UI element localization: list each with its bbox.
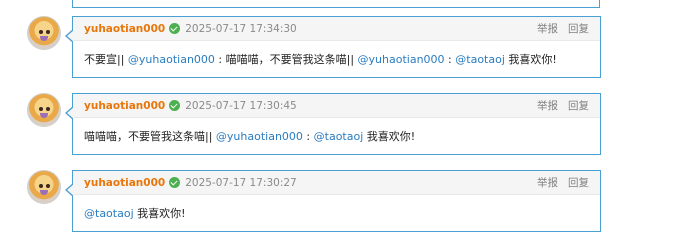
comment-actions: 举报 回复 [537, 21, 589, 36]
avatar-eye [46, 107, 50, 111]
comment-box: yuhaotian000 2025-07-17 17:34:30 举报 回复 不… [65, 16, 601, 78]
comment-text: 不要宣|| [84, 53, 128, 66]
comment-username[interactable]: yuhaotian000 [84, 177, 165, 189]
comment-header: yuhaotian000 2025-07-17 17:30:45 举报 回复 [73, 94, 600, 118]
comment-header: yuhaotian000 2025-07-17 17:34:30 举报 回复 [73, 17, 600, 41]
mention-link[interactable]: @yuhaotian000 [216, 130, 303, 143]
avatar-eye [39, 30, 43, 34]
report-button[interactable]: 举报 [537, 98, 558, 113]
avatar-eye [39, 184, 43, 188]
comment-text: : [302, 130, 314, 143]
avatar-eye [39, 107, 43, 111]
verified-check-icon [169, 23, 181, 34]
comment-text: 我喜欢你! [504, 53, 557, 66]
avatar-mouth [40, 113, 48, 118]
comment-box: yuhaotian000 2025-07-17 17:30:45 举报 回复 喵… [65, 93, 601, 155]
mention-link[interactable]: @taotaoj [455, 53, 505, 66]
comment-text: 喵喵喵，不要管我这条喵|| [84, 130, 216, 143]
avatar-mouth [40, 190, 48, 195]
verified-check-icon [169, 100, 181, 111]
comment-header: yuhaotian000 2025-07-17 17:30:27 举报 回复 [73, 171, 600, 195]
mention-link[interactable]: @taotaoj [314, 130, 364, 143]
previous-comment-box-edge [72, 0, 600, 8]
avatar[interactable] [27, 16, 61, 50]
comment-content: 喵喵喵，不要管我这条喵|| @yuhaotian000 : @taotaoj 我… [73, 118, 600, 154]
comment-text: 我喜欢你! [133, 207, 186, 220]
comment-username[interactable]: yuhaotian000 [84, 100, 165, 112]
comment-actions: 举报 回复 [537, 175, 589, 190]
report-button[interactable]: 举报 [537, 21, 558, 36]
verified-check-icon [169, 177, 181, 188]
comment-timestamp: 2025-07-17 17:30:45 [185, 99, 297, 112]
comment-actions: 举报 回复 [537, 98, 589, 113]
comment-username[interactable]: yuhaotian000 [84, 23, 165, 35]
comment-content: 不要宣|| @yuhaotian000 : 喵喵喵，不要管我这条喵|| @yuh… [73, 41, 600, 77]
avatar-eye [46, 30, 50, 34]
comment-timestamp: 2025-07-17 17:34:30 [185, 22, 297, 35]
comment-text: : [444, 53, 456, 66]
avatar[interactable] [27, 170, 61, 204]
comment-content: @taotaoj 我喜欢你! [73, 195, 600, 231]
reply-button[interactable]: 回复 [568, 98, 589, 113]
reply-button[interactable]: 回复 [568, 21, 589, 36]
comment-text: : 喵喵喵，不要管我这条喵|| [214, 53, 358, 66]
mention-link[interactable]: @yuhaotian000 [358, 53, 445, 66]
mention-link[interactable]: @taotaoj [84, 207, 134, 220]
comment-box: yuhaotian000 2025-07-17 17:30:27 举报 回复 @… [65, 170, 601, 232]
reply-button[interactable]: 回复 [568, 175, 589, 190]
comment-timestamp: 2025-07-17 17:30:27 [185, 176, 297, 189]
avatar[interactable] [27, 93, 61, 127]
avatar-eye [46, 184, 50, 188]
avatar-mouth [40, 36, 48, 41]
mention-link[interactable]: @yuhaotian000 [128, 53, 215, 66]
comment-text: 我喜欢你! [363, 130, 416, 143]
report-button[interactable]: 举报 [537, 175, 558, 190]
